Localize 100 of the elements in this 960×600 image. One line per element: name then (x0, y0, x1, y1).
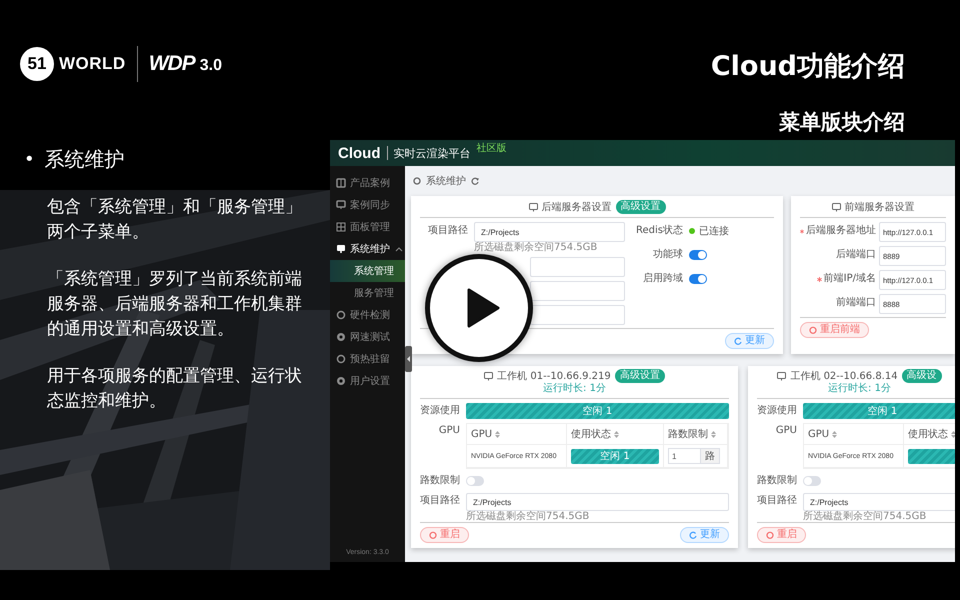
brand-logo: 51 (20, 47, 54, 81)
field-label: 项目路径 (428, 224, 468, 238)
disk-space-hint: 所选磁盘剩余空间754.5GB (474, 242, 598, 253)
paragraph: 包含「系统管理」和「服务管理」两个子菜单。 (47, 196, 303, 244)
refresh-icon (471, 177, 479, 185)
column-header: 路数限制 (668, 428, 708, 441)
monitor-icon (528, 202, 538, 212)
disk-space-hint: 所选磁盘剩余空间754.5GB (803, 511, 928, 522)
field-label: GPU (776, 425, 797, 436)
gear-icon (336, 376, 346, 386)
card-title: 前端服务器设置 (844, 200, 914, 214)
page-title: 系统维护 (426, 174, 466, 188)
usage-bar: 空闲 1 (571, 448, 659, 464)
monitor-icon (484, 372, 494, 380)
power-icon (766, 531, 774, 539)
toggle-switch[interactable] (689, 250, 707, 260)
submenu-item[interactable]: 服务管理 (330, 282, 405, 304)
number-input[interactable]: 1 路 (668, 448, 720, 464)
usage-bar: 空闲 1 (466, 403, 729, 419)
monitor-icon (336, 244, 346, 254)
required-icon (816, 276, 822, 282)
column-header: GPU (808, 428, 830, 440)
platform-title: 实时云渲染平台 (394, 146, 470, 160)
card-title: 后端服务器设置 (542, 200, 612, 214)
circle-icon (413, 177, 421, 185)
section-heading: 系统维护 (44, 146, 125, 173)
status-text: 已连接 (699, 224, 729, 238)
sidebar-item[interactable]: 面板管理 (330, 216, 405, 238)
circle-icon (336, 310, 346, 320)
field-label: 功能球 (653, 248, 683, 262)
play-icon (466, 288, 500, 328)
input-field[interactable]: Z:/Projects (803, 493, 955, 511)
refresh-icon (689, 531, 697, 539)
usage-bar: 空闲 1 (803, 403, 955, 419)
sort-icon (711, 430, 716, 438)
input-field[interactable]: Z:/Projects (474, 222, 625, 242)
card-title: 工作机 01--10.66.9.219 (497, 370, 611, 382)
field-label: 项目路径 (757, 495, 797, 506)
slide-subtitle: 菜单版块介绍 (779, 109, 905, 136)
monitor-icon (336, 200, 346, 210)
usage-bar (908, 448, 955, 464)
field-label: 前端端口 (836, 296, 876, 310)
sidebar-item[interactable]: 系统维护 (330, 238, 405, 260)
submenu-item[interactable]: 系统管理 (330, 260, 405, 282)
power-icon (429, 531, 437, 539)
toggle-switch[interactable] (466, 476, 484, 486)
sidebar-item[interactable]: 硬件检测 (330, 304, 405, 326)
field-label: 后端端口 (836, 248, 876, 262)
disk-space-hint: 所选磁盘剩余空间754.5GB (466, 511, 590, 522)
field-label: Redis状态 (636, 224, 683, 238)
required-icon (800, 228, 804, 234)
paragraph: 「系统管理」罗列了当前系统前端服务器、后端服务器和工作机集群的通用设置和高级设置。 (47, 268, 303, 341)
input-field[interactable]: Z:/Projects (466, 493, 729, 511)
column-header: 使用状态 (908, 428, 948, 441)
edition-label: 社区版 (476, 142, 506, 155)
sort-icon (495, 430, 500, 438)
sort-icon (832, 430, 838, 438)
uptime-label: 运行时长: 1分 (543, 383, 606, 395)
field-label: 路数限制 (757, 475, 797, 486)
monitor-icon (832, 202, 840, 212)
sort-icon (951, 430, 955, 438)
slide-title: Cloud功能介绍 (710, 50, 905, 84)
column-header: GPU (471, 428, 492, 440)
version-label: 3.0 (200, 57, 222, 75)
brand-name: WORLD (59, 54, 126, 74)
field-label: 前端IP/域名 (824, 272, 876, 286)
sidebar-item[interactable]: 用户设置 (330, 370, 405, 392)
book-icon (336, 178, 346, 188)
input-field[interactable] (530, 281, 625, 301)
bullet-icon: • (24, 149, 35, 170)
advanced-settings-button[interactable]: 高级设置 (614, 369, 665, 383)
sidebar-item[interactable]: 产品案例 (330, 172, 405, 194)
gauge-icon (336, 332, 346, 342)
field-label: GPU (438, 425, 460, 436)
grid-icon (336, 222, 346, 232)
chevron-up-icon (395, 246, 403, 252)
power-icon (809, 326, 817, 334)
field-label: 资源使用 (420, 405, 460, 416)
input-field[interactable] (530, 257, 625, 277)
field-label: 资源使用 (757, 405, 797, 416)
field-label: 项目路径 (420, 495, 460, 506)
collapse-handle-icon (405, 346, 412, 372)
field-label: 路数限制 (420, 475, 460, 486)
advanced-settings-button[interactable]: 高级设置 (616, 200, 666, 214)
field-label: 启用跨域 (643, 272, 683, 286)
refresh-icon (734, 337, 742, 345)
uptime-label: 运行时长: 1分 (828, 383, 891, 395)
sort-icon (614, 430, 619, 438)
product-logo: WDP (148, 52, 195, 76)
sidebar-item[interactable]: 案例同步 (330, 194, 405, 216)
toggle-switch[interactable] (803, 476, 821, 486)
column-header: 使用状态 (571, 428, 611, 441)
monitor-icon (777, 372, 786, 380)
field-label: 后端服务器地址 (806, 224, 876, 238)
input-field[interactable] (530, 305, 625, 325)
paragraph: 用于各项服务的配置管理、运行状态监控和维护。 (47, 365, 303, 413)
sidebar-item[interactable]: 网速测试 (330, 326, 405, 348)
toggle-switch[interactable] (689, 274, 707, 284)
sidebar-item[interactable]: 预热驻留 (330, 348, 405, 370)
advanced-settings-button[interactable]: 高级设 (902, 369, 942, 383)
